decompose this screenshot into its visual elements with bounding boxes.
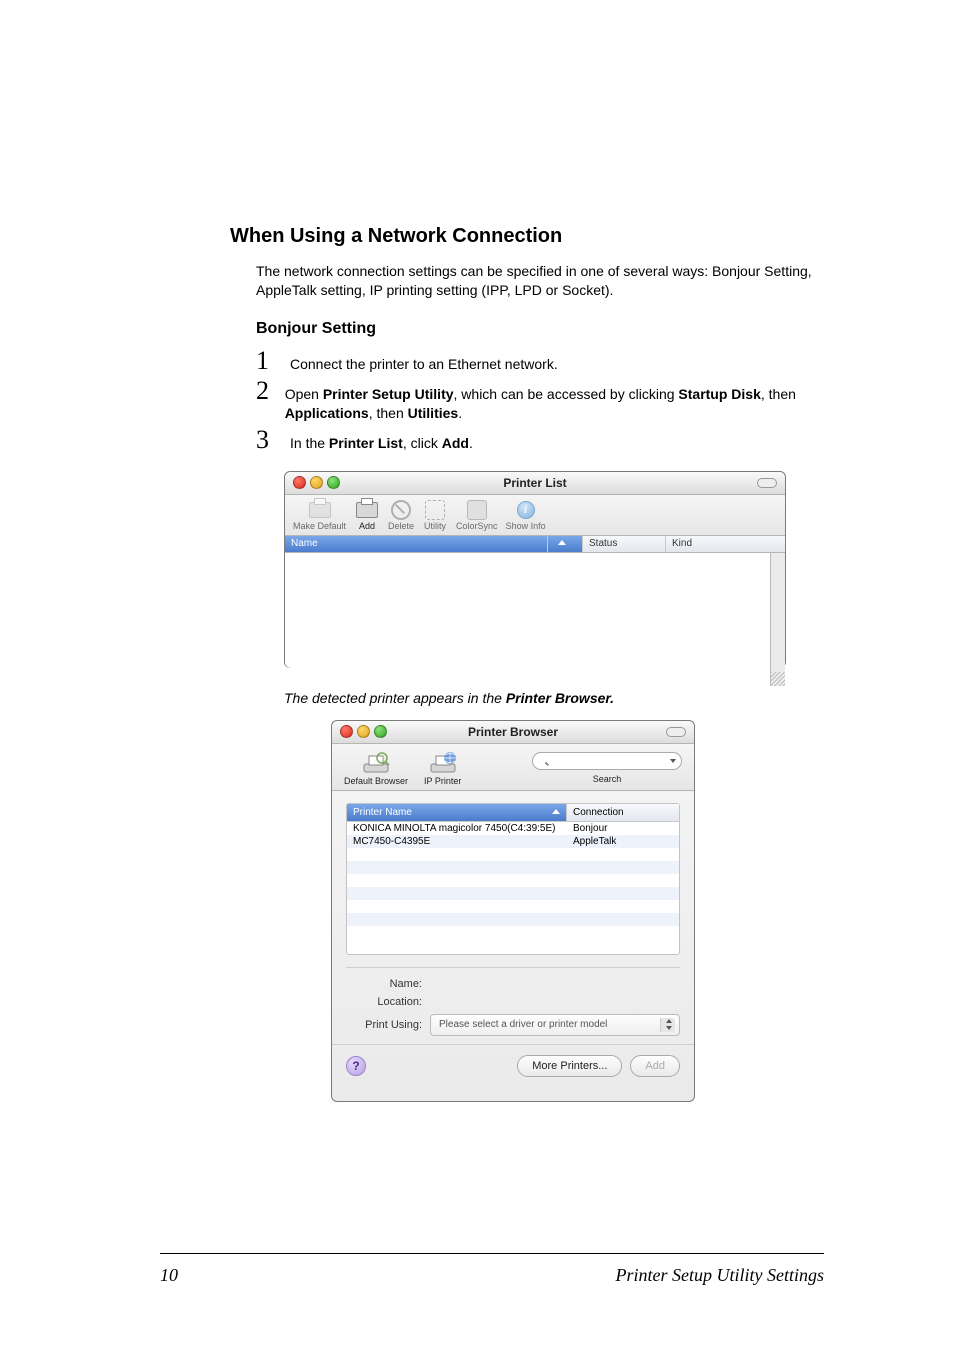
intro-paragraph: The network connection settings can be s… xyxy=(256,262,824,300)
toolbar-toggle-icon[interactable] xyxy=(666,727,686,737)
table-row[interactable]: KONICA MINOLTA magicolor 7450(C4:39:5E) … xyxy=(347,822,679,835)
table-row xyxy=(347,874,679,887)
step-list: 1 Connect the printer to an Ethernet net… xyxy=(256,348,824,453)
ip-printer-tab[interactable]: IP Printer xyxy=(424,750,461,786)
column-headers: Name Status Kind xyxy=(285,536,785,553)
printer-list-window: Printer List Make Default Add Delete xyxy=(284,471,786,668)
printer-icon xyxy=(309,502,331,518)
print-using-label: Print Using: xyxy=(346,1019,430,1031)
titlebar: Printer List xyxy=(285,472,785,495)
make-default-button: Make Default xyxy=(293,499,346,531)
search-menu-icon[interactable] xyxy=(670,759,676,763)
scrollbar[interactable] xyxy=(770,553,785,686)
column-kind[interactable]: Kind xyxy=(666,536,785,552)
step-number: 1 xyxy=(256,348,280,374)
toolbar-toggle-icon[interactable] xyxy=(757,478,777,488)
minimize-icon[interactable] xyxy=(310,476,323,489)
footer-divider xyxy=(160,1253,824,1254)
gear-icon xyxy=(425,500,445,520)
close-icon[interactable] xyxy=(340,725,353,738)
printer-results-panel: Printer Name Connection KONICA MINOLTA m… xyxy=(346,803,680,955)
printer-rows: KONICA MINOLTA magicolor 7450(C4:39:5E) … xyxy=(347,822,679,926)
colorsync-button: ColorSync xyxy=(456,499,498,531)
printer-add-icon xyxy=(356,502,378,518)
zoom-icon[interactable] xyxy=(374,725,387,738)
titlebar: Printer Browser xyxy=(332,721,694,744)
footer-title: Printer Setup Utility Settings xyxy=(616,1265,824,1286)
add-button: Add xyxy=(630,1055,680,1077)
page-number: 10 xyxy=(160,1265,178,1286)
table-row xyxy=(347,887,679,900)
add-button[interactable]: Add xyxy=(354,499,380,531)
table-row xyxy=(347,861,679,874)
zoom-icon[interactable] xyxy=(327,476,340,489)
close-icon[interactable] xyxy=(293,476,306,489)
default-browser-tab[interactable]: Default Browser xyxy=(344,750,408,786)
default-browser-icon xyxy=(360,750,392,776)
step-text: In the Printer List, click Add. xyxy=(290,430,473,453)
name-label: Name: xyxy=(346,978,430,990)
search-field-group: Search xyxy=(532,752,682,784)
page-footer: 10 Printer Setup Utility Settings xyxy=(160,1265,824,1286)
location-label: Location: xyxy=(346,996,430,1008)
search-input[interactable] xyxy=(532,752,682,770)
printer-form: Name: Location: Print Using: Please sele… xyxy=(346,967,680,1036)
table-row xyxy=(347,848,679,861)
printer-browser-window: Printer Browser Default Browser IP Print… xyxy=(331,720,695,1102)
table-row xyxy=(347,913,679,926)
step-text: Open Printer Setup Utility, which can be… xyxy=(285,381,824,423)
column-printer-name[interactable]: Printer Name xyxy=(347,804,567,822)
table-row xyxy=(347,900,679,913)
info-icon: i xyxy=(517,501,535,519)
help-button[interactable]: ? xyxy=(346,1056,366,1076)
toolbar: Make Default Add Delete Utility ColorSyn… xyxy=(285,495,785,536)
utility-button: Utility xyxy=(422,499,448,531)
step-number: 2 xyxy=(256,378,275,404)
minimize-icon[interactable] xyxy=(357,725,370,738)
step-number: 3 xyxy=(256,427,280,453)
column-name[interactable]: Name xyxy=(285,536,548,552)
ip-printer-icon xyxy=(427,750,459,776)
colorsync-icon xyxy=(467,500,487,520)
toolbar: Default Browser IP Printer Search xyxy=(332,744,694,791)
window-footer: ? More Printers... Add xyxy=(332,1044,694,1087)
section-heading: When Using a Network Connection xyxy=(230,225,824,248)
show-info-button: i Show Info xyxy=(506,499,546,531)
column-connection[interactable]: Connection xyxy=(567,804,679,822)
subsection-heading: Bonjour Setting xyxy=(256,320,824,338)
printer-list-body xyxy=(285,553,770,668)
column-status[interactable]: Status xyxy=(583,536,666,552)
sort-indicator[interactable] xyxy=(548,536,583,552)
table-row[interactable]: MC7450-C4395E AppleTalk xyxy=(347,835,679,848)
window-title: Printer List xyxy=(285,476,785,490)
step-text: Connect the printer to an Ethernet netwo… xyxy=(290,351,558,374)
note-text: The detected printer appears in the Prin… xyxy=(284,690,824,706)
column-headers: Printer Name Connection xyxy=(347,804,679,822)
print-using-select[interactable]: Please select a driver or printer model xyxy=(430,1014,680,1036)
delete-button: Delete xyxy=(388,499,414,531)
forbid-icon xyxy=(391,500,411,520)
more-printers-button[interactable]: More Printers... xyxy=(517,1055,622,1077)
